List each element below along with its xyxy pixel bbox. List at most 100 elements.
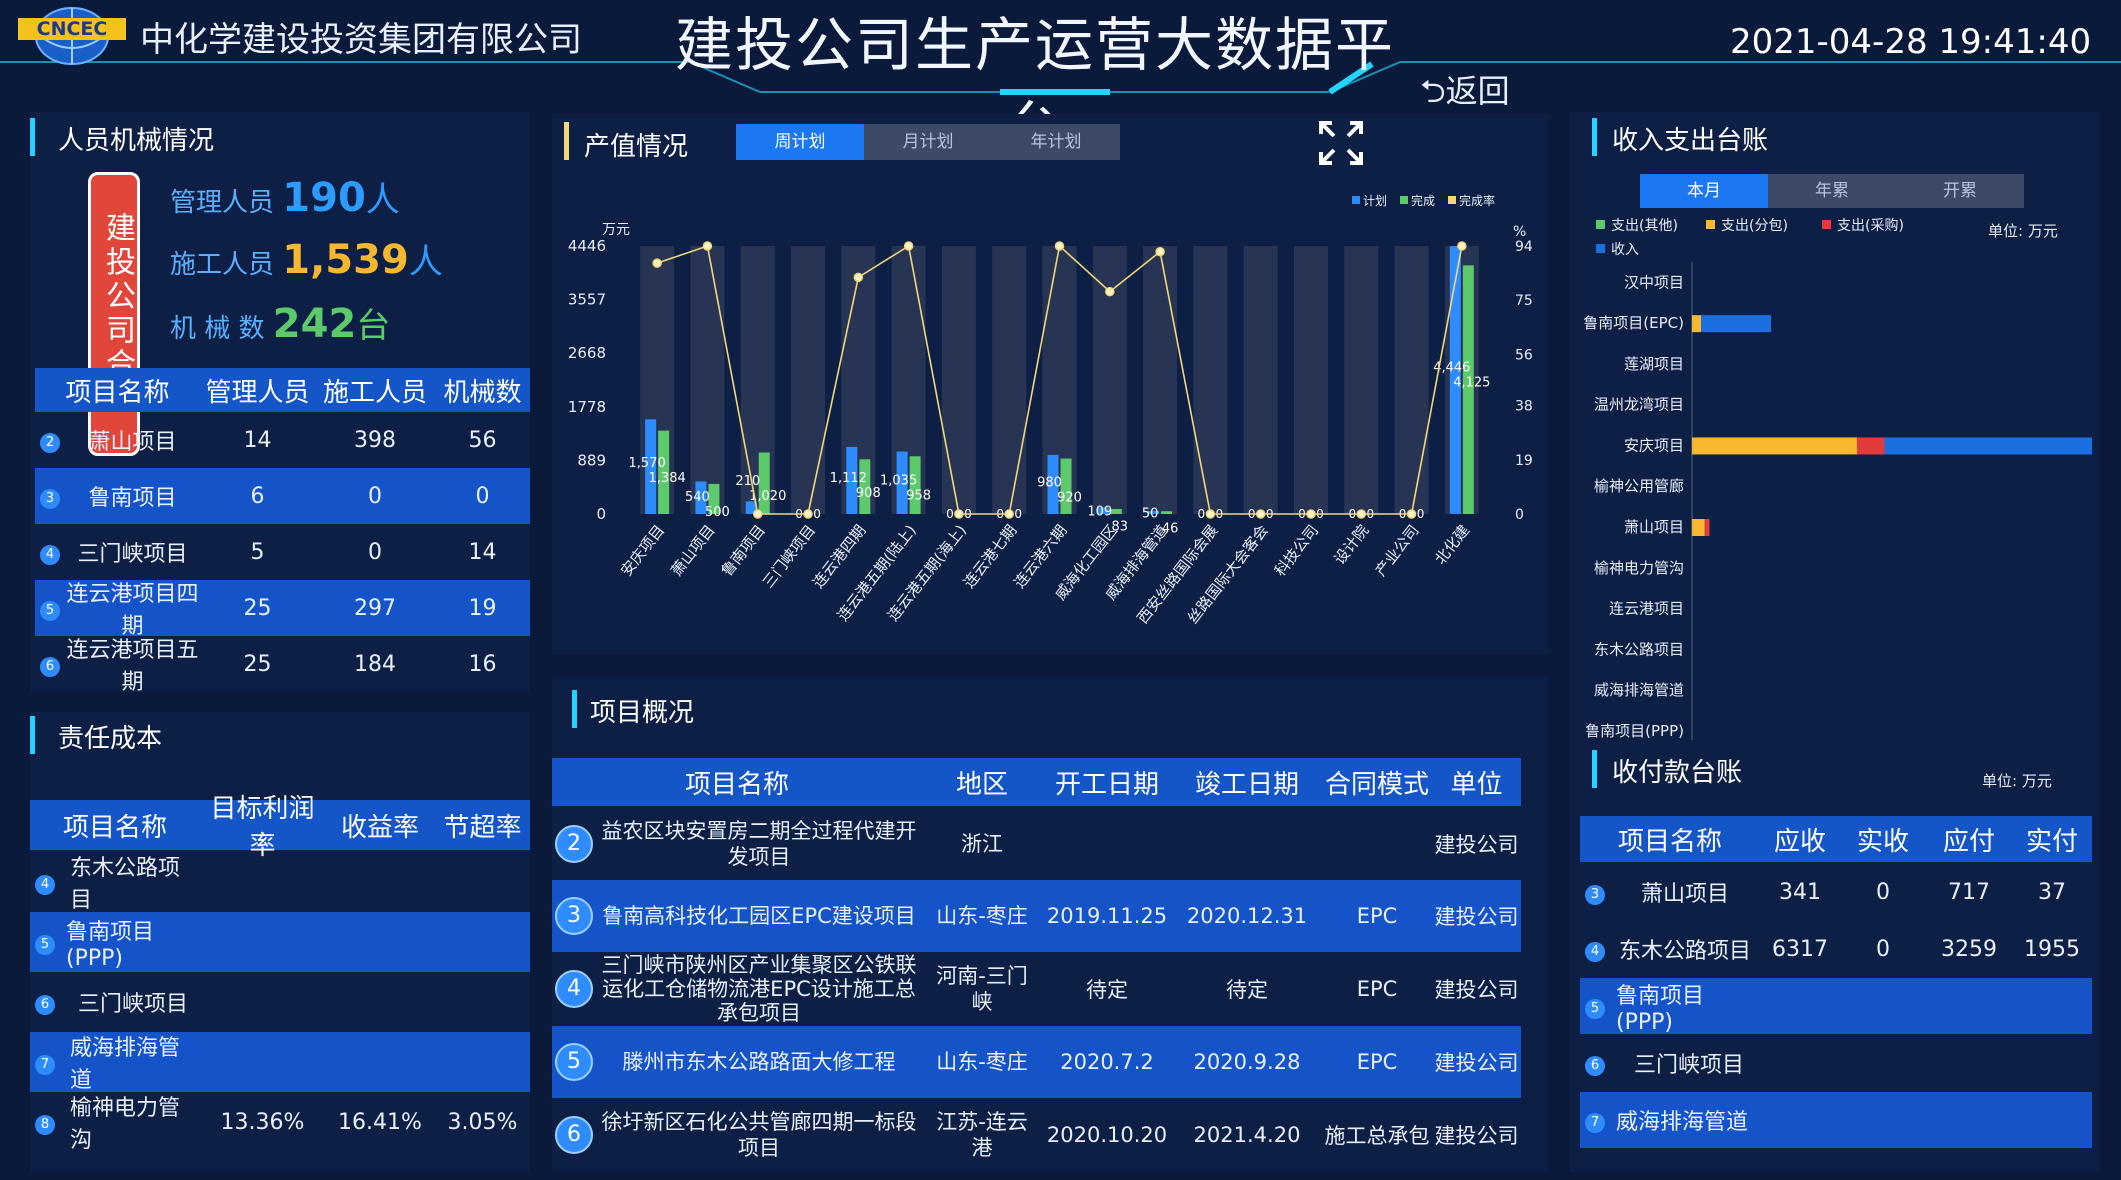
- col-header: 实付: [2025, 826, 2078, 857]
- workers-cell: 184: [354, 651, 396, 677]
- row-number: 4: [1585, 942, 1605, 962]
- legend-label: 支出(其他): [1611, 218, 1678, 234]
- tab-month-plan[interactable]: 月计划: [864, 124, 992, 160]
- y-tick-label: 安庆项目: [1624, 436, 1684, 454]
- tab-week-plan[interactable]: 周计划: [736, 124, 864, 160]
- y-tick-label: 2668: [568, 344, 606, 362]
- y-tick-label: 东木公路项目: [1594, 640, 1684, 658]
- col-header: 地区: [955, 769, 1008, 800]
- start-date-cell: 2020.7.2: [1060, 1050, 1154, 1074]
- svg-text:CNCEC: CNCEC: [37, 18, 108, 40]
- rate-point: [1406, 509, 1417, 519]
- table-row[interactable]: 2 益农区块安置房二期全过程代建开发项目 浙江 建投公司: [552, 808, 1521, 880]
- tab-year-cumulative[interactable]: 年累: [1768, 174, 1896, 208]
- category-column-bg: [791, 246, 826, 514]
- x-tick-label: 萧山项目: [667, 521, 718, 579]
- workers-cell: 0: [368, 483, 382, 509]
- col-header: 目标利润率: [210, 794, 315, 861]
- company-name: 中化学建设投资集团有限公司: [140, 20, 582, 60]
- category-column-bg: [1394, 246, 1429, 514]
- data-label-done: 0: [1014, 507, 1022, 521]
- table-row[interactable]: 6 徐圩新区石化公共管廊四期一标段项目 江苏-连云港 2020.10.20 20…: [552, 1098, 1521, 1172]
- data-label-done: 1,384: [649, 471, 686, 486]
- region-cell: 浙江: [961, 832, 1003, 856]
- table-row[interactable]: 3 萧山项目 341 0 717 37: [1580, 864, 2092, 920]
- table-row[interactable]: 3 鲁南项目 6 0 0: [35, 468, 530, 524]
- table-row[interactable]: 5 鲁南项目(PPP): [30, 912, 530, 972]
- x-tick-label: 安庆项目: [617, 521, 668, 579]
- table-row[interactable]: 6 连云港项目五期 25 184 16: [35, 636, 530, 695]
- legend-swatch: [1400, 196, 1408, 204]
- managers-cell: 6: [250, 483, 265, 509]
- panel-accent: [30, 118, 35, 156]
- bar-done: [1110, 508, 1122, 514]
- category-column-bg: [1092, 246, 1127, 514]
- y-tick-label: 1778: [568, 398, 606, 416]
- project-name: 鲁南高科技化工园区EPC建设项目: [602, 904, 916, 928]
- managers-cell: 25: [243, 651, 272, 677]
- x-tick-label: 设计院: [1331, 521, 1373, 568]
- bar-segment: [1692, 315, 1701, 333]
- projects-table-header: 项目名称 地区 开工日期 竣工日期 合同模式 单位: [552, 758, 1521, 806]
- unit-cell: 建投公司: [1434, 833, 1519, 857]
- table-row[interactable]: 6 三门峡项目: [30, 972, 530, 1032]
- rate-point: [1356, 509, 1367, 519]
- table-row[interactable]: 2 萧山项目 14 398 56: [35, 412, 530, 468]
- project-name: 连云港项目四期: [66, 582, 199, 639]
- panel-accent: [1592, 750, 1597, 788]
- data-label-plan: 980: [1037, 476, 1062, 491]
- back-label: 返回: [1445, 72, 1510, 110]
- machines-cell: 56: [468, 427, 497, 453]
- tab-this-month[interactable]: 本月: [1640, 174, 1768, 208]
- y2-tick-label: 38: [1515, 399, 1533, 415]
- col-header: 施工人员: [322, 377, 427, 408]
- y2-tick-label: 94: [1515, 239, 1533, 255]
- workers-cell: 297: [354, 595, 396, 621]
- bar-segment: [1692, 437, 1857, 455]
- output-chart: 计划 完成 完成率万元 % 0 889 1778 2668 3557 4446 0 19 38 56 75 9…: [568, 193, 1533, 627]
- row-number: 7: [35, 1055, 55, 1075]
- table-row[interactable]: 7 威海排海管道: [30, 1032, 530, 1093]
- managers-cell: 25: [243, 595, 272, 621]
- personnel-table-header: 项目名称 管理人员 施工人员 机械数: [35, 368, 530, 412]
- table-row[interactable]: 5 鲁南项目(PPP): [1580, 978, 2092, 1035]
- table-row[interactable]: 4 三门峡项目 5 0 14: [35, 524, 530, 580]
- project-name: 威海排海管道: [1616, 1110, 1749, 1135]
- cost-table-body: 4 东木公路项目 5 鲁南项目(PPP) 6 三门峡项目 7 威海排海管道 8 …: [30, 852, 530, 1153]
- back-arrow-icon: ⮌: [1420, 72, 1446, 110]
- bar-segment: [1701, 315, 1771, 333]
- rate-point: [903, 241, 914, 251]
- target-cell: 13.36%: [220, 1109, 305, 1135]
- row-number: 7: [1585, 1113, 1605, 1133]
- table-row[interactable]: 7 威海排海管道: [1580, 1092, 2092, 1148]
- data-label-plan: 210: [735, 474, 760, 489]
- header: CNCEC 中化学建设投资集团有限公司 建投公司生产运营大数据平台 2021-0…: [0, 0, 2121, 163]
- output-tabs: 周计划 月计划 年计划: [736, 124, 1120, 160]
- col-header: 实收: [1856, 826, 1909, 857]
- project-name: 榆神电力管沟: [70, 1096, 181, 1153]
- machines-cell: 14: [468, 539, 497, 565]
- tab-year-plan[interactable]: 年计划: [992, 124, 1120, 160]
- col-header: 应付: [1942, 826, 1995, 857]
- table-row[interactable]: 3 鲁南高科技化工园区EPC建设项目 山东-枣庄 2019.11.25 2020…: [552, 880, 1521, 952]
- rate-point: [1105, 286, 1115, 297]
- workers-unit: 人: [408, 242, 443, 282]
- project-name: 东木公路项目: [70, 856, 181, 913]
- end-date-cell: 2021.4.20: [1193, 1123, 1301, 1147]
- contract-mode-cell: 施工总承包: [1324, 1124, 1430, 1148]
- saving-cell: 3.05%: [447, 1109, 518, 1135]
- table-row[interactable]: 5 滕州市东木公路路面大修工程 山东-枣庄 2020.7.2 2020.9.28…: [552, 1026, 1521, 1098]
- expand-icon[interactable]: [1318, 120, 1364, 166]
- table-row[interactable]: 4 东木公路项目 6317 0 3259 1955: [1580, 920, 2092, 978]
- legend-label: 完成率: [1459, 193, 1495, 208]
- tab-total-cumulative[interactable]: 开累: [1896, 174, 2024, 208]
- table-row[interactable]: 4 东木公路项目: [30, 852, 530, 913]
- table-row[interactable]: 5 连云港项目四期 25 297 19: [35, 580, 530, 639]
- data-label-done: 920: [1057, 491, 1082, 506]
- table-row[interactable]: 8 榆神电力管沟 13.36% 16.41% 3.05%: [30, 1092, 530, 1153]
- project-name: 东木公路项目: [1618, 939, 1751, 964]
- projects-panel: 项目概况 项目名称 地区 开工日期 竣工日期 合同模式 单位 2 益农区块安置房…: [552, 676, 1548, 1172]
- table-row[interactable]: 4 三门峡市陕州区产业集聚区公铁联运化工仓储物流港EPC设计施工总承包项目 河南…: [552, 952, 1521, 1026]
- table-row[interactable]: 6 三门峡项目: [1580, 1034, 2092, 1092]
- income-tabs: 本月 年累 开累: [1640, 174, 2024, 208]
